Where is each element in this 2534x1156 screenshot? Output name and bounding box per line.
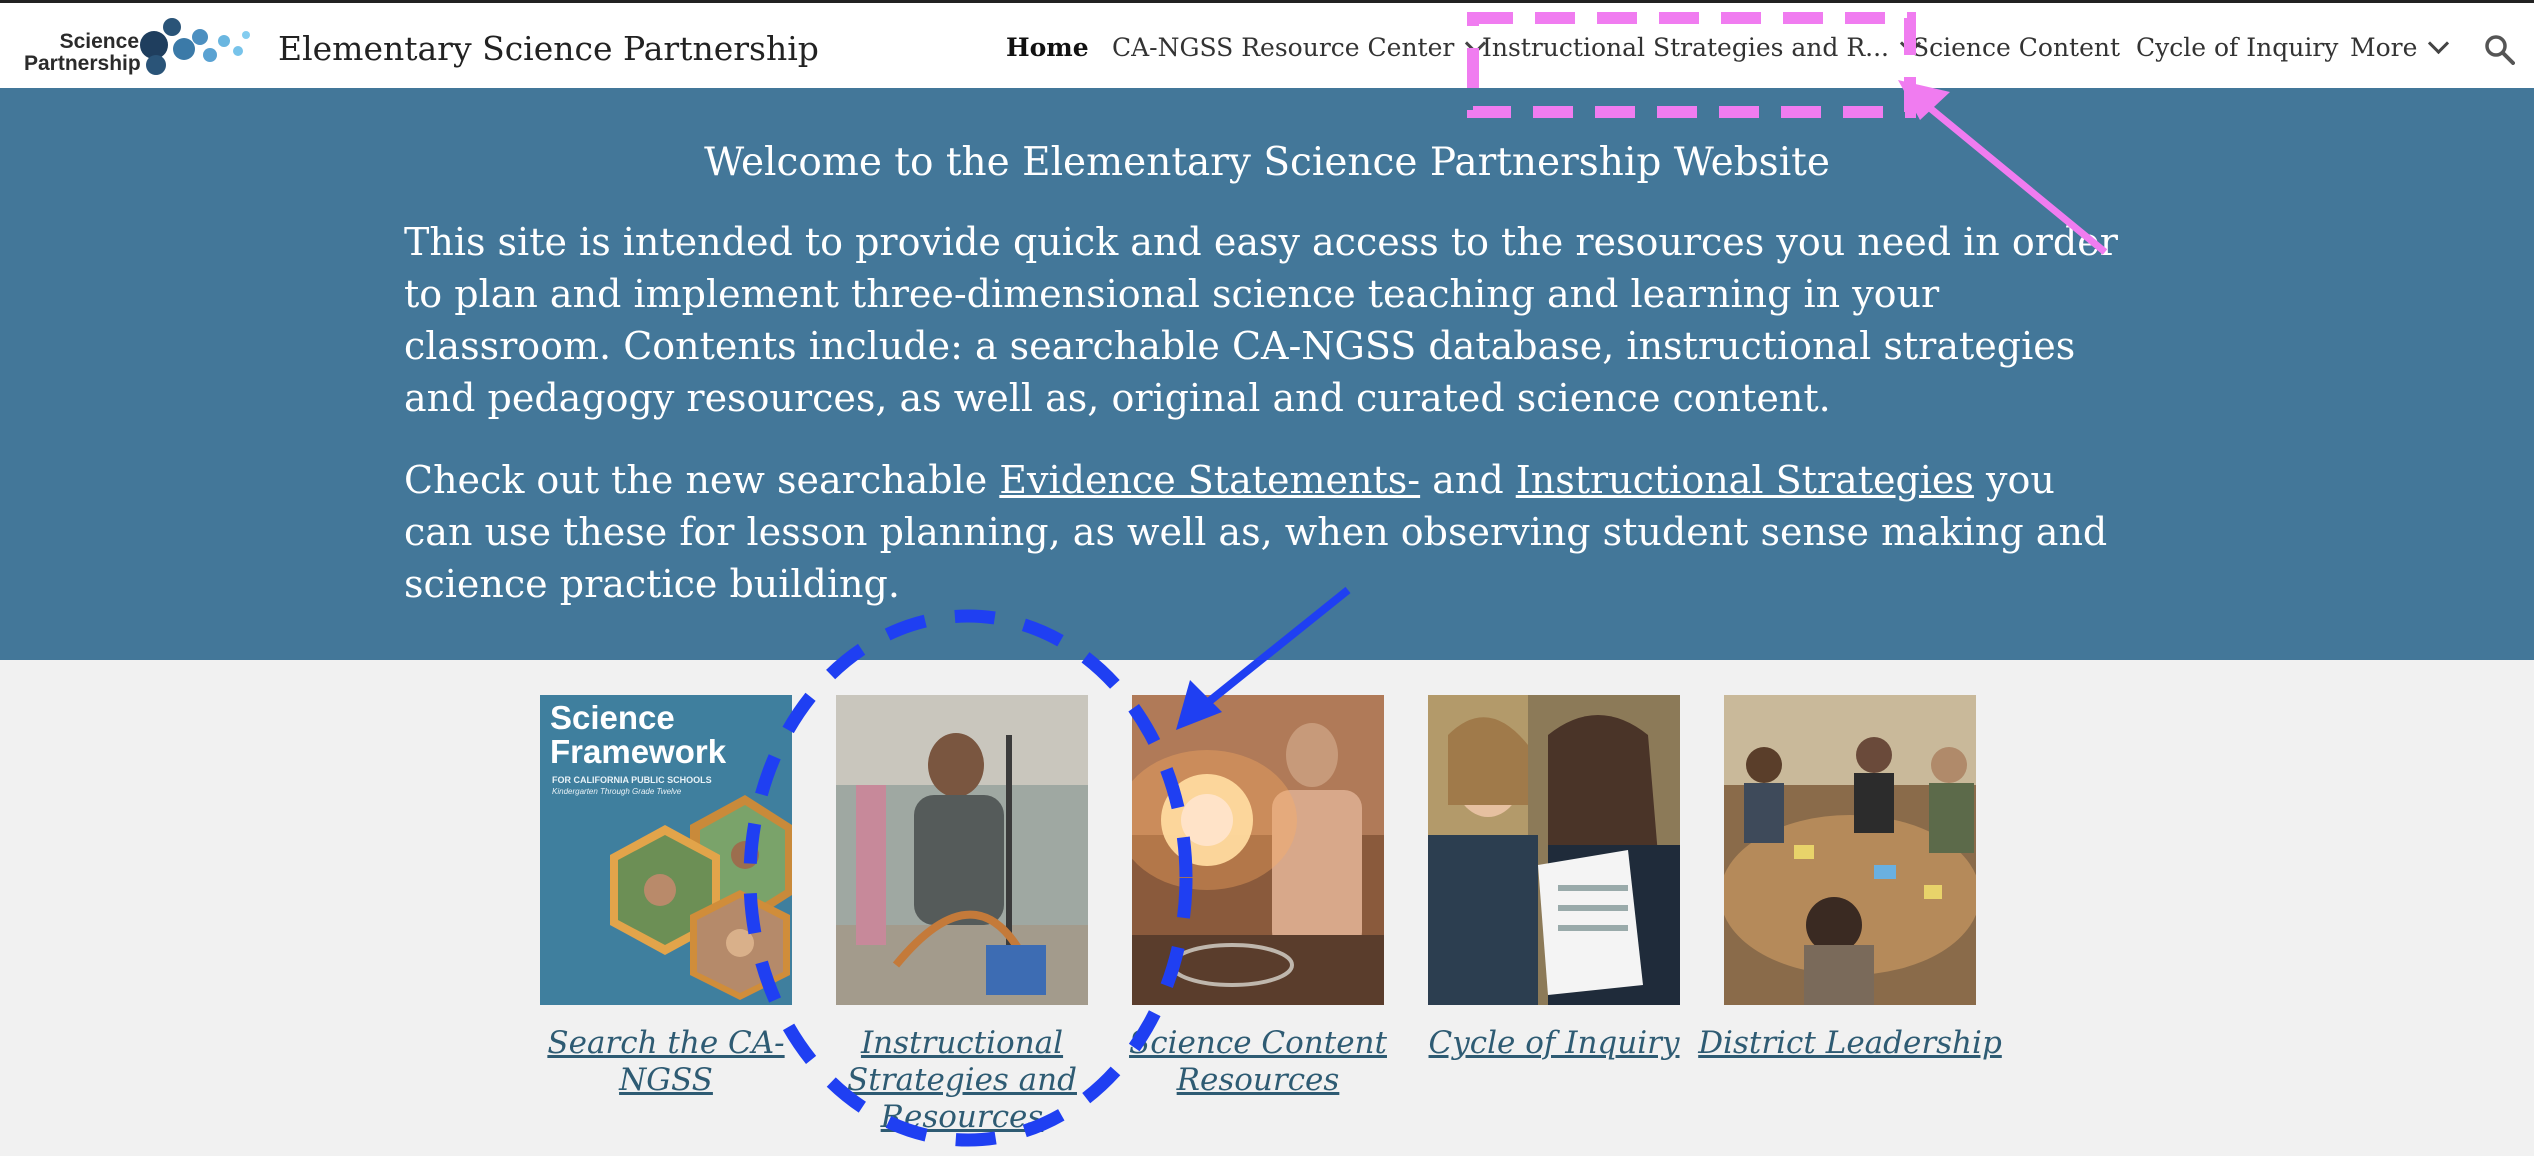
tile-caption-search-ca-ngss[interactable]: Search the CA-NGSS xyxy=(510,1025,822,1099)
chevron-down-icon xyxy=(2428,32,2450,55)
nav-science-content[interactable]: Science Content xyxy=(1912,33,2120,69)
tile-cycle-of-inquiry[interactable]: Cycle of Inquiry xyxy=(1428,695,1680,1061)
hero-p2-prefix: Check out the new searchable xyxy=(404,458,1000,502)
search-icon[interactable] xyxy=(2483,33,2515,65)
teacher-demonstration-photo[interactable] xyxy=(836,695,1088,1005)
tile-caption-cycle-of-inquiry[interactable]: Cycle of Inquiry xyxy=(1398,1025,1710,1062)
framework-cover-title: Science Framework xyxy=(550,701,726,769)
nav-ca-ngss-label: CA-NGSS Resource Center xyxy=(1112,33,1455,62)
nav-science-content-label: Science Content xyxy=(1912,33,2121,62)
tile-caption-science-content[interactable]: Science Content Resources xyxy=(1102,1025,1414,1099)
nav-cycle-of-inquiry[interactable]: Cycle of Inquiry xyxy=(2136,33,2338,69)
nav-home[interactable]: Home xyxy=(1006,33,1089,69)
tile-caption-instructional-strategies[interactable]: Instructional Strategies and Resources xyxy=(806,1025,1118,1136)
hero-intro-paragraph: This site is intended to provide quick a… xyxy=(404,220,2118,420)
instructional-strategies-link[interactable]: Instructional Strategies xyxy=(1516,458,1974,502)
evidence-statements-link[interactable]: Evidence Statements- xyxy=(999,458,1420,502)
tile-search-ca-ngss[interactable]: Science Framework FOR CALIFORNIA PUBLIC … xyxy=(540,695,792,1098)
hero-evidence-paragraph: Check out the new searchable Evidence St… xyxy=(404,454,2124,610)
nav-ca-ngss-resource-center[interactable]: CA-NGSS Resource Center xyxy=(1112,32,1487,69)
nav-more-label: More xyxy=(2350,33,2418,62)
framework-cover-subtitle2: Kindergarten Through Grade Twelve xyxy=(552,787,682,796)
logo-text-line1: Science xyxy=(59,30,139,53)
teachers-reviewing-papers-photo[interactable] xyxy=(1428,695,1680,1005)
hero-title: Welcome to the Elementary Science Partne… xyxy=(704,140,1830,185)
tile-caption-district-leadership[interactable]: District Leadership xyxy=(1694,1025,2006,1062)
tile-instructional-strategies[interactable]: Instructional Strategies and Resources xyxy=(836,695,1088,1135)
nav-home-label: Home xyxy=(1006,33,1089,62)
framework-title-line1: Science xyxy=(550,699,675,736)
nav-more[interactable]: More xyxy=(2350,32,2450,69)
logo-text-line2: Partnership xyxy=(24,52,141,75)
hero-section: Welcome to the Elementary Science Partne… xyxy=(0,88,2534,660)
tile-science-content[interactable]: Science Content Resources xyxy=(1117,695,1387,1098)
site-logo[interactable]: Science Partnership xyxy=(24,15,256,77)
top-navigation-bar: Science Partnership Elementary Science P… xyxy=(0,0,2534,88)
nav-cycle-label: Cycle of Inquiry xyxy=(2136,33,2339,62)
flame-experiment-photo[interactable] xyxy=(1117,695,1384,1005)
nav-instructional-strategies[interactable]: Instructional Strategies and R... xyxy=(1482,32,1922,69)
tile-district-leadership[interactable]: District Leadership xyxy=(1698,695,2002,1061)
framework-cover-subtitle: FOR CALIFORNIA PUBLIC SCHOOLS xyxy=(552,775,712,785)
hero-p2-middle: and xyxy=(1420,458,1516,502)
site-title[interactable]: Elementary Science Partnership xyxy=(278,29,819,68)
framework-title-line2: Framework xyxy=(550,733,727,770)
group-table-meeting-photo[interactable] xyxy=(1720,695,1980,1005)
nav-instructional-label: Instructional Strategies and R... xyxy=(1482,33,1890,62)
